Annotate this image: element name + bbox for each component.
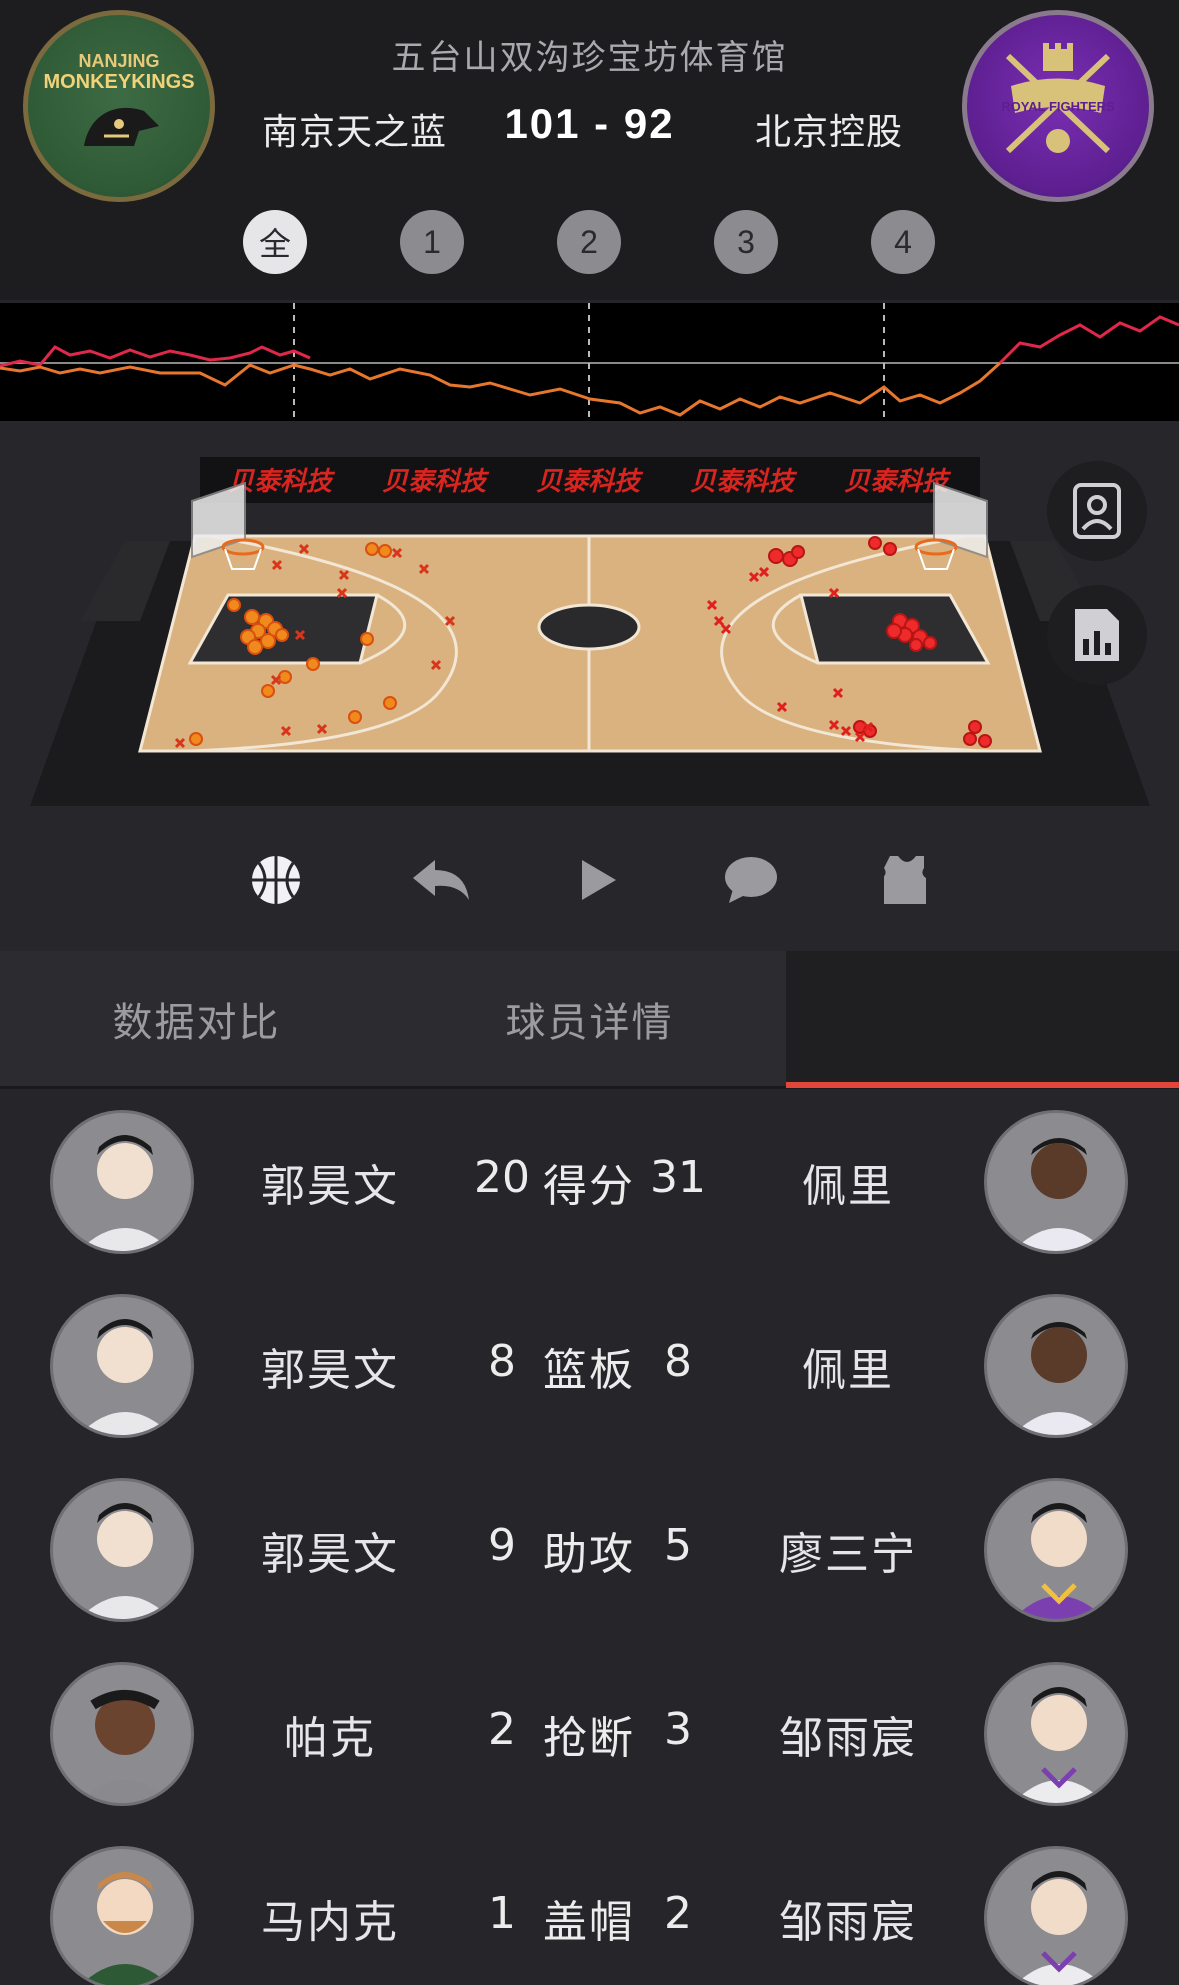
- shot-chart-area: 贝泰科技 贝泰科技 贝泰科技 贝泰科技 贝泰科技: [0, 421, 1179, 951]
- sponsor-banner-4: 贝泰科技: [690, 467, 798, 497]
- stats-chart-icon: [1075, 609, 1119, 661]
- comment-icon: [725, 857, 777, 903]
- away-player-name: 廖三宁: [779, 1529, 917, 1580]
- playback-controls: [0, 833, 1179, 923]
- away-team-name[interactable]: 北京控股: [755, 103, 903, 155]
- comparison-row[interactable]: 郭昊文 9 助攻 5 廖三宁: [0, 1468, 1179, 1652]
- player-silhouette-icon: [1012, 1503, 1106, 1619]
- player-silhouette-icon: [1012, 1138, 1106, 1251]
- away-stat-value: 8: [664, 1336, 692, 1387]
- player-silhouette-icon: [1014, 1871, 1104, 1985]
- period-2-button[interactable]: 2: [557, 210, 621, 274]
- center-circle: [537, 603, 641, 651]
- away-player-name: 佩里: [802, 1345, 894, 1396]
- tab-selected[interactable]: [786, 951, 1179, 1086]
- away-player-name: 邹雨宸: [779, 1897, 917, 1948]
- basketball-icon: [252, 856, 300, 904]
- home-player-name: 郭昊文: [261, 1161, 399, 1212]
- score-trend-chart: [0, 303, 1179, 421]
- game-header: NANJING MONKEYKINGS 五台山双沟珍宝坊体育馆 南京天之蓝 10…: [0, 0, 1179, 300]
- undo-button[interactable]: [405, 845, 475, 915]
- sponsor-banner-2: 贝泰科技: [382, 467, 490, 497]
- stat-category: 助攻: [543, 1529, 635, 1580]
- basketball-filter-button[interactable]: [241, 845, 311, 915]
- away-player-avatar: [984, 1662, 1128, 1806]
- away-player-avatar: [984, 1478, 1128, 1622]
- away-player-name: 邹雨宸: [779, 1713, 917, 1764]
- away-logo-text: ROYAL FIGHTERS: [1001, 99, 1115, 114]
- sponsor-boards: 贝泰科技 贝泰科技 贝泰科技 贝泰科技 贝泰科技: [200, 457, 980, 503]
- play-icon: [582, 860, 616, 900]
- home-player-name: 马内克: [261, 1897, 399, 1948]
- period-all-button[interactable]: 全: [243, 210, 307, 274]
- tab-bar: 数据对比 球员详情: [0, 951, 1179, 1089]
- period-selector: 全 1 2 3 4: [0, 210, 1179, 274]
- jersey-icon: [884, 856, 926, 904]
- player-silhouette-icon: [78, 1503, 172, 1619]
- play-button[interactable]: [563, 845, 633, 915]
- stat-category: 盖帽: [543, 1897, 635, 1948]
- comparison-row[interactable]: 帕克 2 抢断 3 邹雨宸: [0, 1652, 1179, 1836]
- stat-category: 抢断: [543, 1713, 635, 1764]
- stats-chart-button[interactable]: [1047, 585, 1147, 685]
- trend-svg: [0, 303, 1179, 421]
- away-player-avatar: [984, 1294, 1128, 1438]
- active-tab-indicator: [786, 1082, 1179, 1088]
- comment-button[interactable]: [716, 845, 786, 915]
- player-silhouette-icon: [78, 1135, 172, 1251]
- home-player-avatar: [50, 1478, 194, 1622]
- comparison-row[interactable]: 郭昊文 20 得分 31 佩里: [0, 1100, 1179, 1284]
- period-4-button[interactable]: 4: [871, 210, 935, 274]
- player-profile-icon: [1073, 483, 1121, 539]
- game-detail-screen: NANJING MONKEYKINGS 五台山双沟珍宝坊体育馆 南京天之蓝 10…: [0, 0, 1179, 1985]
- away-player-name: 佩里: [802, 1161, 894, 1212]
- sponsor-banner-3: 贝泰科技: [536, 467, 644, 497]
- home-player-name: 郭昊文: [261, 1345, 399, 1396]
- player-silhouette-icon: [78, 1319, 172, 1435]
- period-3-button[interactable]: 3: [714, 210, 778, 274]
- tab-player-details[interactable]: 球员详情: [393, 951, 786, 1086]
- away-player-avatar: [984, 1846, 1128, 1985]
- player-silhouette-icon: [1012, 1322, 1106, 1435]
- away-stat-value: 2: [664, 1888, 692, 1939]
- period-1-button[interactable]: 1: [400, 210, 464, 274]
- trend-line-home-leading-late: [998, 315, 1179, 365]
- home-player-avatar: [50, 1294, 194, 1438]
- away-stat-value: 5: [664, 1520, 692, 1571]
- home-player-avatar: [50, 1110, 194, 1254]
- stat-category: 得分: [543, 1161, 635, 1212]
- away-player-avatar: [984, 1110, 1128, 1254]
- player-silhouette-icon: [78, 1690, 172, 1803]
- away-team-logo[interactable]: ROYAL FIGHTERS: [962, 10, 1154, 202]
- trend-line-away-leading: [0, 361, 1002, 417]
- player-silhouette-icon: [1012, 1687, 1106, 1803]
- home-player-name: 帕克: [284, 1713, 376, 1764]
- comparison-row[interactable]: 马内克 1 盖帽 2 邹雨宸: [0, 1836, 1179, 1985]
- home-player-name: 郭昊文: [261, 1529, 399, 1580]
- player-silhouette-icon: [80, 1872, 170, 1985]
- player-profile-button[interactable]: [1047, 461, 1147, 561]
- tab-data-compare[interactable]: 数据对比: [0, 951, 393, 1086]
- court-svg: 贝泰科技 贝泰科技 贝泰科技 贝泰科技 贝泰科技: [30, 457, 1150, 806]
- home-player-avatar: [50, 1662, 194, 1806]
- jersey-button[interactable]: [872, 845, 942, 915]
- away-stat-value: 31: [650, 1152, 706, 1203]
- comparison-row[interactable]: 郭昊文 8 篮板 8 佩里: [0, 1284, 1179, 1468]
- leader-comparison-list: 郭昊文 20 得分 31 佩里 郭昊文 8 篮板 8 佩里 郭昊文 9 助攻 5…: [0, 1092, 1179, 1985]
- stat-category: 篮板: [543, 1345, 635, 1396]
- away-stat-value: 3: [664, 1704, 692, 1755]
- undo-icon: [413, 860, 469, 900]
- home-player-avatar: [50, 1846, 194, 1985]
